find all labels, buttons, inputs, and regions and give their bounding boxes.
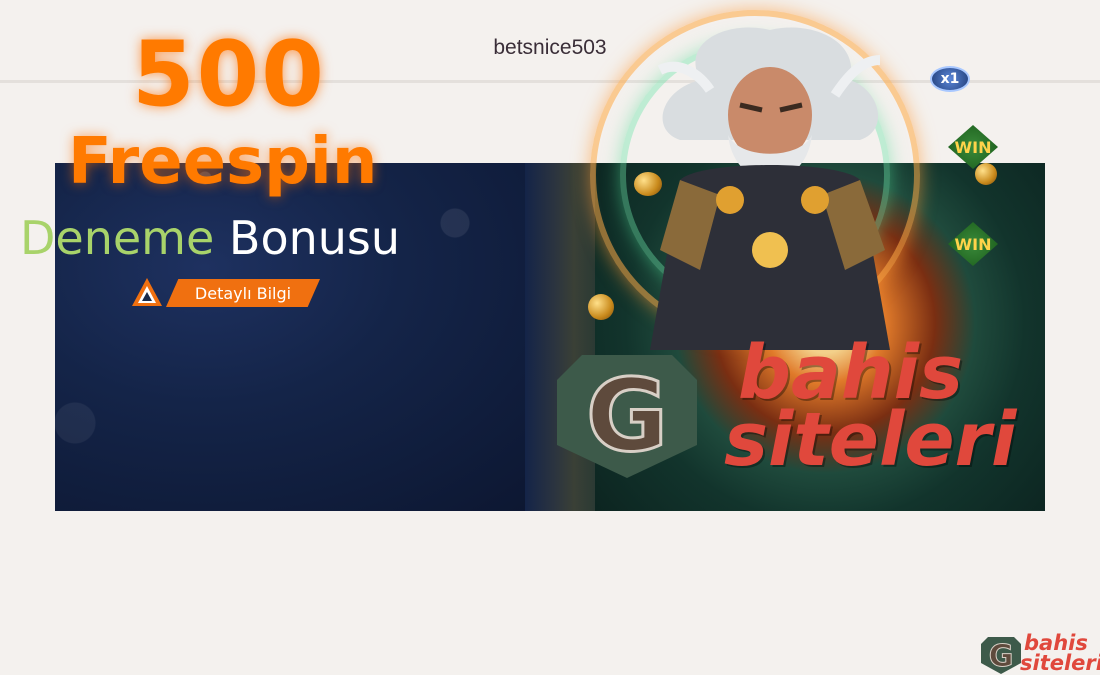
headline-number: 500 bbox=[132, 22, 326, 127]
coin-icon bbox=[588, 294, 614, 320]
corner-g-shield-icon: G bbox=[981, 637, 1021, 675]
brand-wordmark: bahis siteleri bbox=[724, 336, 1044, 483]
zeus-illustration bbox=[640, 20, 900, 350]
details-button-label[interactable]: Detaylı Bilgi bbox=[166, 279, 320, 307]
corner-line-2: siteleri bbox=[1020, 650, 1100, 675]
details-button[interactable]: Detaylı Bilgi bbox=[130, 276, 320, 310]
brand-line-2: siteleri bbox=[724, 396, 1017, 483]
subline-bonusu: Bonusu bbox=[228, 211, 401, 265]
corner-brand-logo[interactable]: G bahis siteleri bbox=[980, 633, 1100, 675]
cta-logo-icon bbox=[130, 276, 164, 310]
headline-word: Freespin bbox=[68, 125, 378, 199]
multiplier-badge: x1 bbox=[930, 66, 970, 92]
shield-letter: G bbox=[586, 357, 668, 474]
subline-deneme: Deneme bbox=[20, 211, 215, 265]
corner-wordmark: bahis siteleri bbox=[1020, 633, 1100, 675]
g-shield-icon: G bbox=[552, 350, 702, 480]
subline: Deneme Bonusu bbox=[20, 215, 460, 261]
coin-icon bbox=[975, 163, 997, 185]
site-title[interactable]: betsnice503 bbox=[493, 20, 606, 60]
corner-shield-letter: G bbox=[989, 639, 1014, 674]
